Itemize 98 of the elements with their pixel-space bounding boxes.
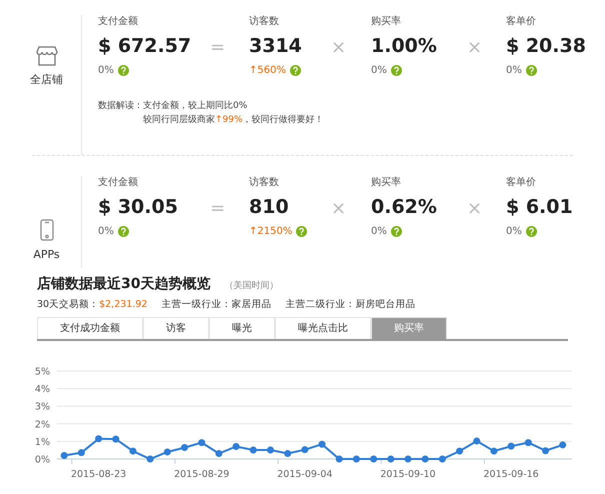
data-point [112,436,120,443]
data-point [301,446,308,454]
axis-label: 2015-09-04 [277,469,332,480]
data-point [284,450,292,458]
data-point [542,447,549,454]
interpretation-text: 支付金额，较上期同比0% [143,100,248,113]
info-label: 主营一级行业： [161,298,232,312]
info-value: $2,231.92 [99,298,148,312]
change-value: ↑560% [249,64,286,77]
metric-label: 支付金额 [98,15,139,29]
metric-value: $ 6.01 [506,195,573,219]
change-value: 0% [98,64,114,77]
axis-label: 0% [34,454,50,466]
phone-icon [40,219,54,241]
section-title: 店铺数据最近30天趋势概览 [37,274,210,294]
data-point [490,448,498,455]
data-point [370,456,378,462]
change-value: 0% [371,225,387,238]
chart-tab[interactable]: 访客 [143,317,209,339]
help-icon[interactable] [118,65,129,76]
data-point [129,448,136,455]
data-point [473,438,480,445]
data-point [198,439,206,446]
interpretation-label: 数据解读： [98,100,143,113]
info-label: 主营二级行业： [285,298,356,312]
metric-value: 0.62% [371,195,437,219]
change-value: 0% [506,64,522,77]
metric-value: 810 [249,195,290,219]
axis-label: 2% [34,419,50,430]
axis-label: 3% [34,402,50,413]
data-point [336,456,343,462]
operator-sign: × [467,197,482,221]
operator-sign: = [210,197,226,221]
chart-tab[interactable]: 曝光 [209,317,275,339]
metric-value: $ 30.05 [98,195,178,219]
interpretation-text: 较同行同层级商家↑99%，较同行做得要好！ [143,114,324,127]
data-point [422,456,429,462]
data-point [146,456,154,462]
data-point [95,435,102,442]
operator-sign: = [210,36,226,60]
data-point [164,448,171,456]
help-icon[interactable] [390,226,402,237]
section-label: 全店铺 [30,72,63,88]
data-point [387,456,394,462]
timezone-note: （美国时间） [224,280,278,293]
operator-sign: × [331,36,346,60]
axis-label: 2015-09-10 [380,469,436,480]
info-label: 30天交易额： [37,298,100,312]
data-point [181,444,188,452]
data-point [508,442,515,450]
help-icon[interactable] [118,226,129,237]
chart-tab[interactable]: 支付成功金额 [37,317,143,339]
metric-label: 访客数 [249,15,280,29]
data-point [232,443,240,450]
data-point [524,439,532,446]
chart-tab[interactable]: 曝光点击比 [275,317,371,339]
axis-label: 2015-08-29 [174,469,230,480]
axis-label: 5% [34,366,50,378]
axis-label: 4% [34,384,50,396]
change-value: ↑2150% [249,225,292,238]
data-point [404,456,412,462]
metric-value: $ 672.57 [98,34,192,58]
data-point [559,441,566,448]
axis-label: 2015-09-16 [484,469,539,480]
metric-value: $ 20.38 [506,34,586,58]
metric-value: 1.00% [371,34,437,58]
metric-label: 客单价 [506,15,537,29]
metric-label: 购买率 [371,15,402,29]
metric-label: 客单价 [506,176,537,190]
data-point [215,450,222,458]
help-icon[interactable] [526,65,537,76]
help-icon[interactable] [390,65,402,76]
data-point [456,448,464,455]
metric-label: 支付金额 [98,176,139,190]
data-point [78,449,85,456]
data-point [318,440,326,448]
info-value: 家居用品 [231,298,272,312]
section-label: APPs [33,247,60,263]
data-point [352,456,360,462]
operator-sign: × [331,197,346,221]
metric-value: 3314 [249,34,302,58]
metric-label: 购买率 [371,176,402,190]
axis-label: 1% [34,436,50,448]
help-icon[interactable] [526,226,537,237]
operator-sign: × [467,36,482,60]
store-icon [36,46,58,66]
data-point [438,456,446,462]
data-point [266,446,274,454]
metric-label: 访客数 [249,176,280,190]
change-value: 0% [371,64,387,77]
help-icon[interactable] [290,65,301,76]
info-value: 厨房吧台用品 [355,298,416,312]
axis-label: 2015-08-23 [70,469,126,480]
change-value: 0% [506,225,522,238]
change-value: 0% [98,225,114,238]
data-point [250,446,257,454]
help-icon[interactable] [296,226,308,237]
data-point [60,452,68,459]
